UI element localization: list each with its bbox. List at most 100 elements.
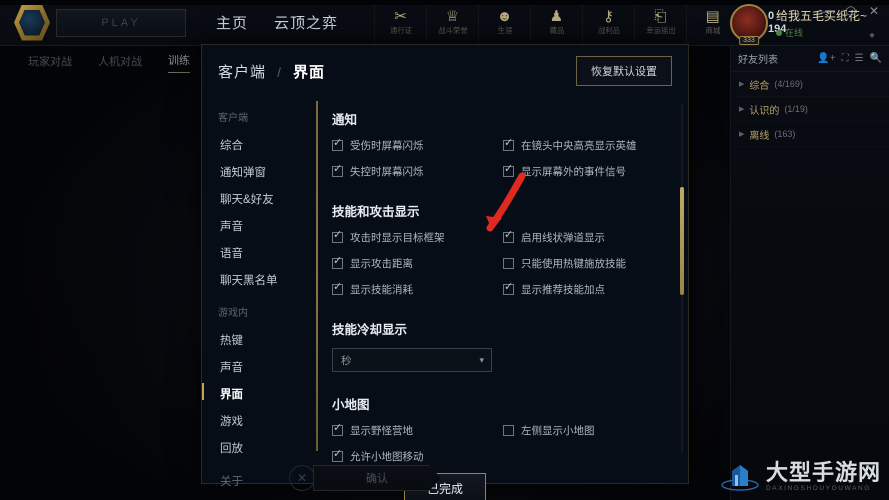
checkbox-icon[interactable] <box>332 164 343 177</box>
option-hotkey-only-cast[interactable]: 只能使用热键施放技能 <box>503 256 666 271</box>
chat-icon[interactable]: ⛶ <box>842 53 849 64</box>
friend-group-general[interactable]: ▶ 综合 (4/169) <box>731 72 889 97</box>
profile-status[interactable]: 在线 <box>775 26 867 39</box>
nav-item-collection-label: 藏品 <box>549 26 564 35</box>
friend-group-name: 综合 <box>749 80 770 92</box>
option-show-attack-range[interactable]: 显示攻击距离 <box>332 256 495 271</box>
option-line-missile-display[interactable]: 启用线状弹道显示 <box>503 230 666 245</box>
friend-group-offline[interactable]: ▶ 离线 (163) <box>731 122 889 147</box>
checkbox-icon[interactable] <box>503 138 514 151</box>
play-button-group[interactable]: PLAY <box>14 4 186 41</box>
nav-item-lucky[interactable]: ⎗ 幸运摇出 <box>634 0 686 46</box>
checkbox-icon[interactable] <box>332 256 343 269</box>
chevron-right-icon: ▶ <box>739 131 745 138</box>
sidebar-item-general[interactable]: 综合 <box>216 132 310 158</box>
play-button[interactable]: PLAY <box>56 8 186 37</box>
checkbox-icon[interactable] <box>332 423 343 436</box>
close-icon[interactable]: ✕ <box>869 4 879 18</box>
sidebar-item-chat-friends[interactable]: 聊天&好友 <box>216 186 310 212</box>
sidebar-item-voice[interactable]: 语音 <box>216 240 310 266</box>
sidebar-item-chat-blocklist[interactable]: 聊天黑名单 <box>216 267 310 293</box>
friend-group-acquaintance[interactable]: ▶ 认识的 (1/19) <box>731 97 889 122</box>
checkbox-icon[interactable] <box>503 164 514 177</box>
avatar[interactable]: 333 <box>729 4 768 45</box>
option-label: 只能使用热键施放技能 <box>521 258 626 270</box>
checkbox-icon[interactable] <box>332 282 343 295</box>
sidebar-item-interface[interactable]: 界面 <box>202 381 310 407</box>
nav-item-collection[interactable]: ♟ 藏品 <box>530 0 582 46</box>
option-flash-on-damage[interactable]: 受伤时屏幕闪烁 <box>332 138 495 153</box>
sidebar-item-game[interactable]: 游戏 <box>216 408 310 434</box>
sidebar-item-hotkeys[interactable]: 热键 <box>216 327 310 353</box>
nav-item-career-label: 生涯 <box>497 26 512 35</box>
sidebar-item-sound[interactable]: 声音 <box>216 213 310 239</box>
option-recommended-skill-points[interactable]: 显示推荐技能加点 <box>503 282 666 297</box>
section-title-cooldown-display: 技能冷却显示 <box>332 323 408 337</box>
subtab-coop-vs-ai[interactable]: 人机对战 <box>98 53 142 73</box>
option-label: 左侧显示小地图 <box>521 425 595 437</box>
settings-gear-icon[interactable]: ⬡ <box>845 4 855 18</box>
option-label: 显示屏幕外的事件信号 <box>521 166 626 178</box>
option-show-jungle-camps[interactable]: 显示野怪营地 <box>332 423 495 438</box>
sidebar-item-notifications[interactable]: 通知弹窗 <box>216 159 310 185</box>
lucky-icon: ⎗ <box>654 8 667 25</box>
nav-item-pass[interactable]: ✂ 通行证 <box>374 0 426 46</box>
checkbox-icon[interactable] <box>503 425 514 436</box>
section-title-notifications: 通知 <box>332 113 358 127</box>
cooldown-display-select[interactable]: 秒 ▾ <box>332 348 492 372</box>
cancel-queue-icon[interactable]: ✕ <box>289 465 315 491</box>
friend-group-name: 离线 <box>749 130 770 142</box>
option-highlight-champion-center[interactable]: 在镜头中央高亮显示英雄 <box>503 138 666 153</box>
option-target-frame-on-attack[interactable]: 攻击时显示目标框架 <box>332 230 495 245</box>
nav-item-store-label: 商城 <box>705 26 720 35</box>
settings-modal-body: 客户端 综合 通知弹窗 聊天&好友 声音 语音 聊天黑名单 游戏内 热键 声音 … <box>202 97 688 488</box>
watermark-sub-text: DAXINGSHOUYOUWANG <box>765 484 871 492</box>
nav-links: 主页 云顶之弈 <box>216 12 338 33</box>
settings-modal-header: 客户端 / 界面 恢复默认设置 <box>202 45 688 97</box>
cooldown-display-value: 秒 <box>341 354 352 367</box>
nav-item-honor[interactable]: ♕ 战斗荣誉 <box>426 0 478 46</box>
chevron-right-icon: ▶ <box>739 81 745 88</box>
friends-panel: 好友列表 👤+ ⛶ ☰ 🔍 ▶ 综合 (4/169) ▶ 认识的 (1/19) … <box>730 46 889 500</box>
nav-link-tft[interactable]: 云顶之弈 <box>274 12 338 33</box>
checkbox-icon[interactable] <box>503 282 514 295</box>
list-icon[interactable]: ☰ <box>855 53 864 64</box>
honor-icon: ♕ <box>445 8 460 25</box>
confirm-button[interactable]: 确认 <box>313 465 441 491</box>
sidebar-item-ingame-sound[interactable]: 声音 <box>216 354 310 380</box>
option-show-skill-cost[interactable]: 显示技能消耗 <box>332 282 495 297</box>
friend-group-name: 认识的 <box>749 105 780 117</box>
content-scrollbar-thumb[interactable] <box>680 187 684 295</box>
confirm-group: ✕ 确认 <box>289 465 441 491</box>
option-offscreen-event-signals[interactable]: 显示屏幕外的事件信号 <box>503 164 666 179</box>
checkbox-icon[interactable] <box>503 258 514 269</box>
nav-item-loot[interactable]: ⚷ 战利品 <box>582 0 634 46</box>
checkbox-icon[interactable] <box>503 230 514 243</box>
watermark-main-text: 大型手游网 <box>765 459 881 485</box>
minimize-icon[interactable]: — <box>820 4 832 18</box>
restore-defaults-button[interactable]: 恢复默认设置 <box>576 56 672 86</box>
breadcrumb: 客户端 / 界面 <box>218 61 325 82</box>
breadcrumb-current: 界面 <box>292 63 325 81</box>
nav-item-loot-label: 战利品 <box>597 26 620 35</box>
breadcrumb-root[interactable]: 客户端 <box>218 64 266 81</box>
nav-item-pass-label: 通行证 <box>389 26 412 35</box>
add-friend-icon[interactable]: 👤+ <box>817 53 835 64</box>
nav-item-career[interactable]: ☻ 生涯 <box>478 0 530 46</box>
checkbox-icon[interactable] <box>332 230 343 243</box>
subtab-training[interactable]: 训练 <box>168 52 190 73</box>
checkbox-icon[interactable] <box>332 138 343 151</box>
subtab-pvp[interactable]: 玩家对战 <box>28 53 72 73</box>
option-flash-on-cc[interactable]: 失控时屏幕闪烁 <box>332 164 495 179</box>
option-label: 受伤时屏幕闪烁 <box>350 140 424 152</box>
nav-link-home[interactable]: 主页 <box>216 12 248 33</box>
sidebar-divider <box>216 294 310 300</box>
riot-logo-icon <box>14 4 50 41</box>
profile-mini-icon[interactable]: ● <box>869 30 875 41</box>
chevron-down-icon[interactable]: ▾ <box>479 355 484 366</box>
career-icon: ☻ <box>496 8 513 25</box>
search-icon[interactable]: 🔍 <box>870 53 882 64</box>
window-controls: — ⬡ ✕ <box>820 4 879 18</box>
option-minimap-on-left[interactable]: 左侧显示小地图 <box>503 423 666 438</box>
sidebar-group-header-ingame: 游戏内 <box>218 308 248 319</box>
